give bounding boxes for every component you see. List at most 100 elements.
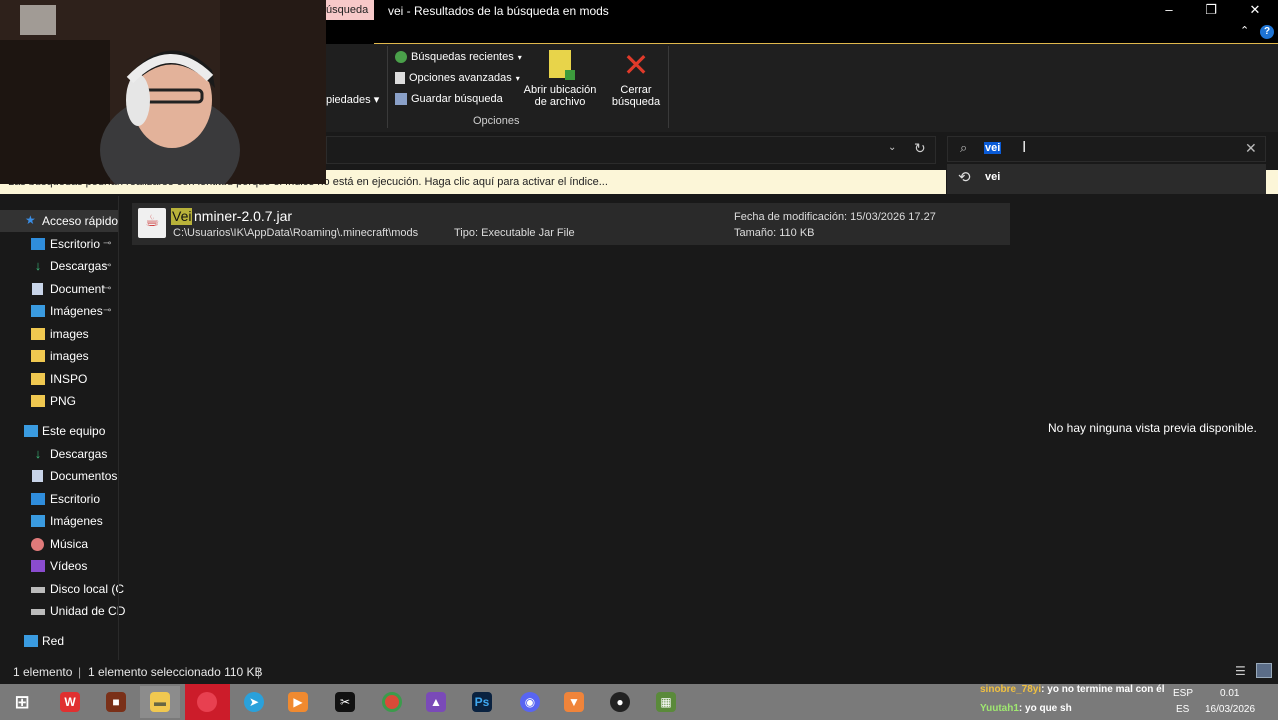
sidebar-item-pc-musica[interactable]: Música [0,533,118,555]
sidebar-item-label: Vídeos [50,559,88,573]
taskbar-telegram[interactable]: ➤ [234,686,274,718]
sidebar-item-documentos[interactable]: Document ⊸ [0,278,118,300]
details-view-icon[interactable]: ☰ [1235,664,1246,678]
sidebar-item-label: Unidad de CD [50,604,126,618]
java-icon: ☕ [145,213,160,230]
large-icons-view-icon[interactable] [1256,663,1272,678]
maximize-button[interactable]: ❐ [1196,2,1226,20]
sidebar-item-pc-cd[interactable]: Unidad de CD [0,600,125,622]
file-size: Tamaño: 110 KB [734,227,815,239]
text-cursor-icon: I [1022,139,1027,156]
download-icon: ↓ [34,446,42,461]
sidebar-item-images[interactable]: images [0,323,118,345]
search-value[interactable]: vei [984,142,1002,154]
file-path: C:\Usuarios\IK\AppData\Roaming\.minecraf… [173,227,419,239]
taskbar-app[interactable]: ■ [96,686,136,718]
sidebar-item-escritorio[interactable]: Escritorio ⊸ [0,233,118,255]
drive-icon [31,587,45,593]
open-file-location-button[interactable]: Abrir ubicación de archivo [520,50,600,108]
taskbar-obs[interactable]: ● [600,686,640,718]
sidebar-item-network[interactable]: Red [0,630,118,652]
sidebar-item-inspo[interactable]: INSPO [0,368,118,390]
vs-icon: ▲ [426,692,446,712]
star-icon: ★ [25,213,36,227]
preview-empty-message: No hay ninguna vista previa disponible. [1048,421,1257,435]
advanced-options-button[interactable]: Opciones avanzadas ▾ [395,72,520,84]
sidebar-item-images[interactable]: images [0,345,118,367]
collapse-ribbon-icon[interactable]: ⌃ [1240,24,1249,37]
taskbar-vs[interactable]: ▲ [416,686,456,718]
properties-label: piedades [326,94,371,106]
tab-search[interactable]: úsqueda [322,0,374,20]
save-search-button[interactable]: Guardar búsqueda [395,93,503,105]
folder-icon [31,373,45,385]
sidebar-item-pc-descargas[interactable]: ↓ Descargas [0,443,118,465]
app-icon: ■ [106,692,126,712]
capcut-icon: ✂ [335,692,355,712]
minimize-button[interactable]: – [1154,2,1184,20]
open-location-label-1: Abrir ubicación [523,84,597,96]
input-language-sub[interactable]: ES [1176,704,1189,715]
sidebar-item-label: Imágenes [50,514,103,528]
taskbar-photoshop[interactable]: Ps [462,686,502,718]
close-search-button[interactable]: ✕ Cerrar búsqueda [606,49,666,108]
sidebar-item-label: Este equipo [42,424,106,438]
taskbar-discord[interactable]: ◉ [510,686,550,718]
save-search-label: Guardar búsqueda [411,93,503,105]
properties-dropdown[interactable]: piedades ▾ [326,93,379,106]
sidebar-item-pc-videos[interactable]: Vídeos [0,555,118,577]
computer-icon [24,425,38,437]
search-suggestion-item[interactable]: vei [985,171,1000,183]
network-icon [24,635,38,647]
taskbar-wps[interactable]: W [50,686,90,718]
telegram-icon: ➤ [244,692,264,712]
clock-date[interactable]: 16/03/2026 [1205,704,1255,715]
clear-search-icon[interactable]: ✕ [1245,140,1257,157]
status-item-count: 1 elemento [13,665,73,679]
file-name: nminer-2.0.7.jar [194,208,293,224]
file-name-match: Vei [171,208,193,225]
webcam-image [0,0,326,184]
sidebar-item-label: images [50,327,89,341]
sidebar-item-label: Acceso rápido [42,214,119,228]
sidebar-item-label: Música [50,537,89,551]
refresh-icon[interactable]: ↻ [914,140,926,157]
taskbar-file-explorer[interactable]: ▬ [140,686,180,718]
close-search-label-2: búsqueda [611,96,661,108]
taskbar-red-app[interactable] [187,686,227,718]
pictures-icon [31,515,45,527]
address-bar[interactable] [326,136,936,164]
sidebar-item-imagenes[interactable]: Imágenes ⊸ [0,300,118,322]
advanced-options-label: Opciones avanzadas [409,72,512,84]
status-separator: | [78,665,82,679]
taskbar-brave[interactable]: ▼ [554,686,594,718]
pane-divider[interactable] [118,196,119,660]
taskbar-chrome[interactable] [372,686,412,718]
chat-text: : yo que sh [1018,703,1072,714]
sidebar-item-pc-documentos[interactable]: Documentos [0,465,118,487]
recent-searches-button[interactable]: Búsquedas recientes ▾ [395,51,522,63]
sidebar-item-this-pc[interactable]: Este equipo [0,420,118,442]
clock-time[interactable]: 0.01 [1220,688,1239,699]
sidebar-item-label: Descargas [50,259,108,273]
sidebar-item-png[interactable]: PNG [0,390,118,412]
chevron-down-icon[interactable]: ⌄ [888,142,896,153]
sidebar-item-pc-imagenes[interactable]: Imágenes [0,510,118,532]
help-icon[interactable]: ? [1260,25,1274,39]
sidebar-item-quick-access[interactable]: ★ Acceso rápido [0,210,118,232]
start-button[interactable]: ⊞ [2,686,42,718]
windows-start-icon: ⊞ [14,692,30,712]
folder-icon [31,328,45,340]
taskbar-capcut[interactable]: ✂ [325,686,365,718]
videos-icon [31,560,45,572]
taskbar-minecraft[interactable]: ▦ [646,686,686,718]
close-window-button[interactable]: ✕ [1240,2,1270,20]
chrome-icon [382,692,402,712]
sidebar-item-pc-escritorio[interactable]: Escritorio [0,488,118,510]
sidebar-item-descargas[interactable]: ↓ Descargas ⊸ [0,255,118,277]
input-language[interactable]: ESP [1173,688,1193,699]
media-icon: ▶ [288,692,308,712]
sidebar-item-pc-disco-local[interactable]: Disco local (C [0,578,124,600]
pin-icon: ⊸ [103,305,112,316]
taskbar-media[interactable]: ▶ [278,686,318,718]
